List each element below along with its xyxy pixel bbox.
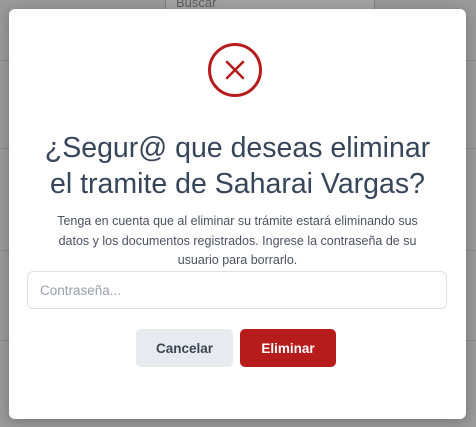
- close-circle-icon: [208, 43, 262, 97]
- dialog-description-line: Tenga en cuenta que al eliminar su trámi…: [57, 214, 418, 228]
- cancel-button[interactable]: Cancelar: [136, 329, 233, 367]
- dialog-description-line: datos y los documentos registrados. Ingr…: [58, 233, 417, 248]
- password-input[interactable]: [27, 271, 447, 309]
- delete-confirmation-dialog: ¿Segur@ que deseas eliminar el tramite d…: [9, 9, 466, 419]
- dialog-title-line: el tramite de Saharai Vargas?: [50, 168, 425, 200]
- dialog-description: Tenga en cuenta que al eliminar su trámi…: [31, 212, 444, 271]
- delete-button[interactable]: Eliminar: [240, 329, 336, 367]
- dialog-title: ¿Segur@ que deseas eliminar el tramite d…: [19, 130, 456, 202]
- dialog-title-line: ¿Segur@ que deseas eliminar: [44, 132, 431, 164]
- dialog-description-line: usuario para borrarlo.: [177, 253, 298, 267]
